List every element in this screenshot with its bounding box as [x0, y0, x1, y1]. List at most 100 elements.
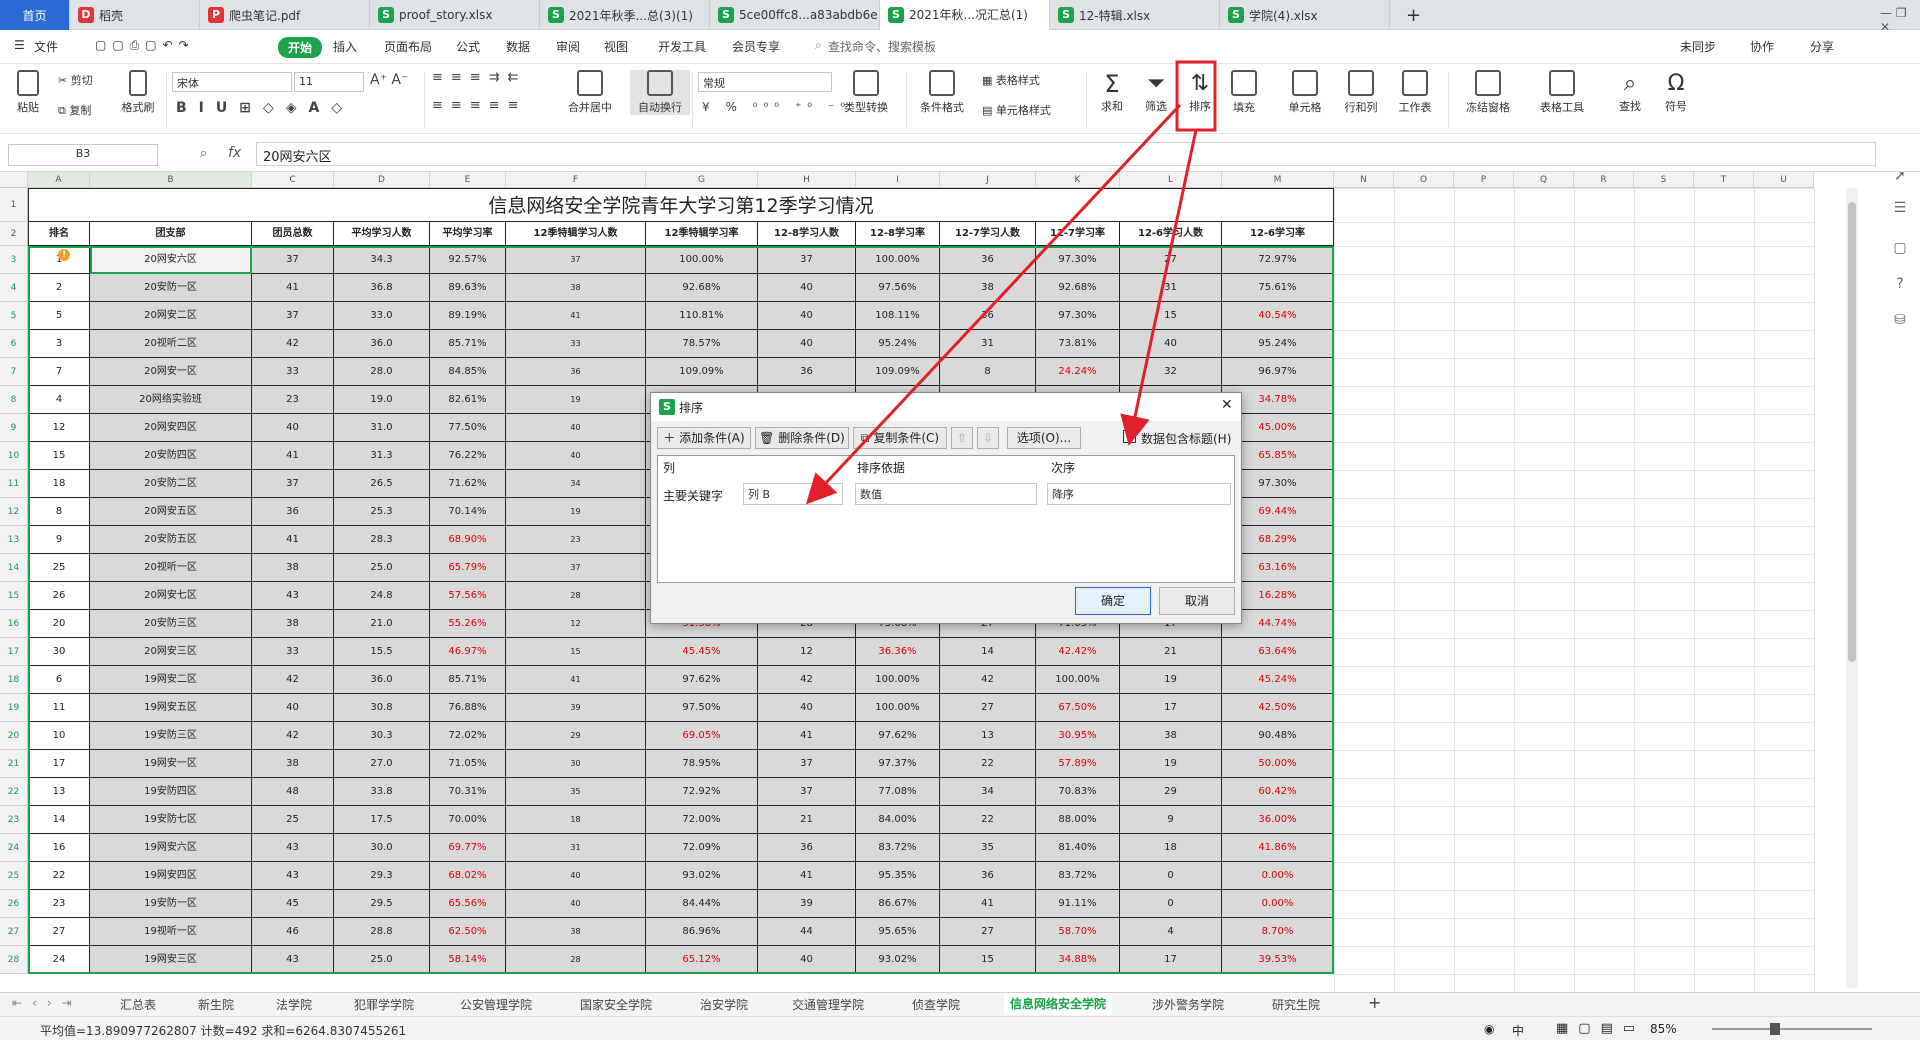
table-header-cell[interactable]: 团支部 — [90, 222, 252, 246]
cell-button[interactable]: 单元格 — [1280, 70, 1330, 115]
share-button[interactable]: 分享 — [1810, 38, 1834, 55]
table-cell[interactable]: 36 — [758, 834, 856, 862]
table-cell[interactable]: 34 — [506, 470, 646, 498]
table-cell[interactable]: 45 — [252, 890, 334, 918]
table-cell[interactable]: 33.0 — [334, 302, 430, 330]
table-cell[interactable]: 45.45% — [646, 638, 758, 666]
table-cell[interactable]: 100.00% — [856, 246, 940, 274]
format-painter-button[interactable]: 格式刷 — [118, 70, 158, 115]
table-cell[interactable]: 36 — [506, 358, 646, 386]
table-cell[interactable]: 29 — [506, 722, 646, 750]
ok-button[interactable]: 确定 — [1075, 587, 1151, 615]
table-cell[interactable]: 19 — [1120, 750, 1222, 778]
table-cell[interactable]: 108.11% — [856, 302, 940, 330]
table-cell[interactable]: 37 — [758, 778, 856, 806]
table-cell[interactable]: 65.79% — [430, 554, 506, 582]
table-cell[interactable]: 75.61% — [1222, 274, 1334, 302]
row-header[interactable]: 7 — [0, 358, 28, 386]
font-grow-icon[interactable]: A⁺ A⁻ — [370, 72, 408, 88]
table-cell[interactable]: 40 — [1120, 330, 1222, 358]
settings-icon[interactable]: ☰ — [1890, 200, 1910, 220]
type-convert-button[interactable]: 类型转换 — [836, 70, 896, 115]
table-cell[interactable]: 40 — [252, 694, 334, 722]
table-cell[interactable]: 38 — [506, 274, 646, 302]
warning-icon[interactable]: ! — [58, 249, 70, 261]
table-cell[interactable]: 41 — [506, 302, 646, 330]
table-cell[interactable]: 30.8 — [334, 694, 430, 722]
table-cell[interactable]: 2 — [28, 274, 90, 302]
table-cell[interactable]: 69.77% — [430, 834, 506, 862]
table-cell[interactable]: 25.0 — [334, 946, 430, 974]
column-header[interactable]: Q — [1514, 172, 1574, 188]
table-cell[interactable]: 41 — [252, 274, 334, 302]
column-header[interactable]: U — [1754, 172, 1814, 188]
table-cell[interactable]: 55.26% — [430, 610, 506, 638]
table-header-cell[interactable]: 团员总数 — [252, 222, 334, 246]
table-tools-button[interactable]: 表格工具 — [1530, 70, 1594, 115]
table-header-cell[interactable]: 12-7学习率 — [1036, 222, 1120, 246]
table-cell[interactable]: 89.19% — [430, 302, 506, 330]
table-cell[interactable]: 20网安二区 — [90, 302, 252, 330]
doc-tab[interactable]: P 爬虫笔记.pdf — [200, 0, 370, 30]
table-cell[interactable]: 19网安二区 — [90, 666, 252, 694]
table-cell[interactable]: 42 — [252, 722, 334, 750]
sheet-tab[interactable]: 汇总表 — [120, 996, 156, 1013]
sheet-nav-icons[interactable]: ⇤‹›⇥ — [12, 996, 82, 1010]
table-cell[interactable]: 31.3 — [334, 442, 430, 470]
column-header[interactable]: S — [1634, 172, 1694, 188]
doc-tab[interactable]: Sproof_story.xlsx — [370, 0, 540, 30]
table-cell[interactable]: 40 — [506, 442, 646, 470]
table-cell[interactable]: 78.95% — [646, 750, 758, 778]
delete-condition-button[interactable]: 🗑 删除条件(D) — [755, 427, 849, 449]
table-cell[interactable]: 32 — [1120, 358, 1222, 386]
table-header-cell[interactable]: 12季特辑学习率 — [646, 222, 758, 246]
table-cell[interactable]: 28 — [506, 582, 646, 610]
table-cell[interactable]: 28.3 — [334, 526, 430, 554]
table-cell[interactable]: 33 — [252, 638, 334, 666]
name-box[interactable]: B3 — [8, 144, 158, 166]
table-cell[interactable]: 12 — [506, 610, 646, 638]
table-cell[interactable]: 19安防七区 — [90, 806, 252, 834]
table-cell[interactable]: 22 — [940, 750, 1036, 778]
table-cell[interactable]: 17 — [28, 750, 90, 778]
help-icon[interactable]: ? — [1890, 276, 1910, 296]
table-cell[interactable]: 29.5 — [334, 890, 430, 918]
table-cell[interactable]: 62.50% — [430, 918, 506, 946]
table-cell[interactable]: 19.0 — [334, 386, 430, 414]
shape-icon[interactable]: ▢ — [1890, 240, 1910, 260]
table-cell[interactable]: 42 — [758, 666, 856, 694]
table-cell[interactable]: 31.0 — [334, 414, 430, 442]
menu-item[interactable]: 视图 — [604, 38, 628, 55]
close-icon[interactable]: ✕ — [1221, 397, 1233, 413]
doc-tab[interactable]: S 2021年秋季...总(3)(1) — [540, 0, 710, 30]
table-cell[interactable]: 30.0 — [334, 834, 430, 862]
eye-icon[interactable]: ◉ — [1484, 1022, 1494, 1036]
table-header-cell[interactable]: 12-6学习人数 — [1120, 222, 1222, 246]
table-cell[interactable]: 92.57% — [430, 246, 506, 274]
menu-item[interactable]: 开发工具 — [658, 38, 706, 55]
table-cell[interactable]: 25.0 — [334, 554, 430, 582]
table-cell[interactable]: 18 — [506, 806, 646, 834]
table-cell[interactable]: 70.83% — [1036, 778, 1120, 806]
row-header[interactable]: 23 — [0, 806, 28, 834]
table-cell[interactable]: 38 — [252, 750, 334, 778]
table-cell[interactable]: 19网安三区 — [90, 946, 252, 974]
select-all[interactable] — [0, 172, 28, 188]
table-cell[interactable]: 46.97% — [430, 638, 506, 666]
options-button[interactable]: 选项(O)... — [1007, 427, 1081, 449]
table-cell[interactable]: 36.0 — [334, 666, 430, 694]
copy-button[interactable]: ⧉ 复制 — [58, 102, 91, 118]
table-cell[interactable]: 15 — [506, 638, 646, 666]
table-cell[interactable]: 20安防五区 — [90, 526, 252, 554]
menu-item[interactable]: 页面布局 — [384, 38, 432, 55]
filter-button[interactable]: ⏷ 筛选 — [1136, 70, 1176, 114]
doc-tab[interactable]: S 12-特辑.xlsx — [1050, 0, 1220, 30]
copy-condition-button[interactable]: ⧉ 复制条件(C) — [853, 427, 947, 449]
table-cell[interactable]: 77.08% — [856, 778, 940, 806]
doc-tab[interactable]: S 2021年秋...况汇总(1) — [880, 0, 1050, 30]
table-cell[interactable]: 20视听二区 — [90, 330, 252, 358]
table-cell[interactable]: 27 — [940, 694, 1036, 722]
row-header[interactable]: 14 — [0, 554, 28, 582]
table-cell[interactable]: 19视听一区 — [90, 918, 252, 946]
table-cell[interactable]: 9 — [28, 526, 90, 554]
